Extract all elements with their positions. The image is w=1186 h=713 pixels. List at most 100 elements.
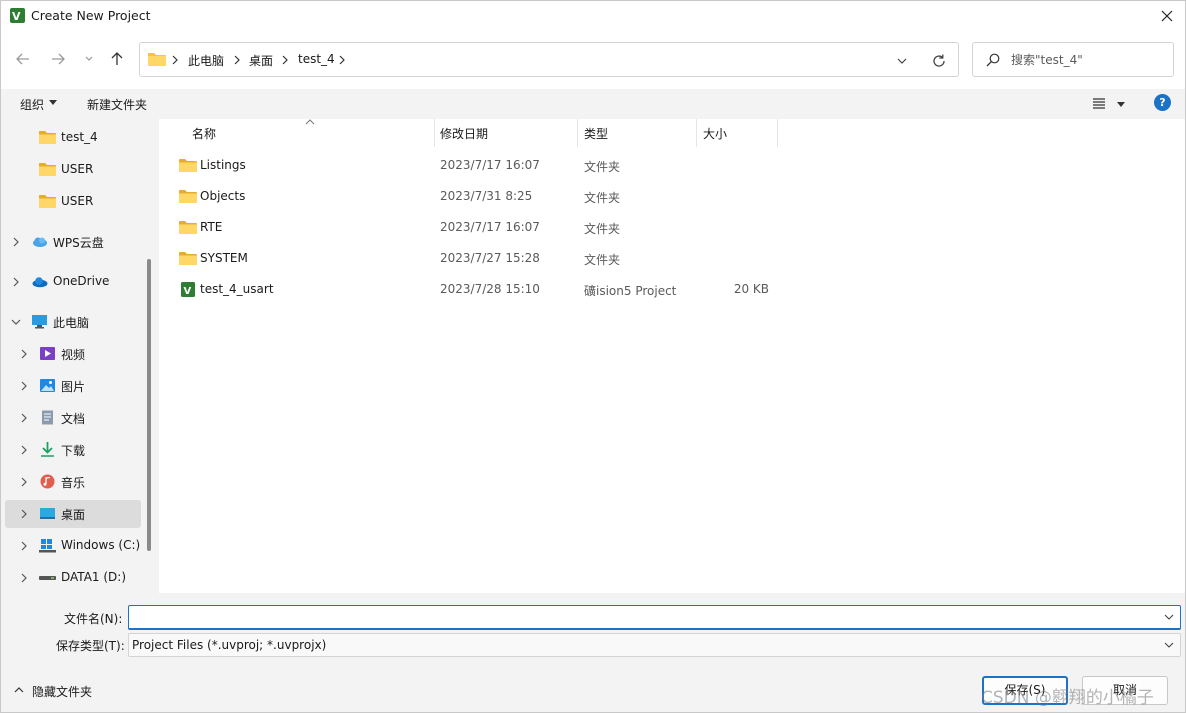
nav-item-label: Windows (C:) [61, 538, 141, 552]
file-date: 2023/7/31 8:25 [440, 189, 533, 203]
drive-icon [39, 539, 56, 553]
cancel-button[interactable]: 取消 [1082, 676, 1168, 705]
file-row[interactable]: SYSTEM 2023/7/27 15:28 文件夹 [175, 245, 795, 273]
nav-item-desktop[interactable]: 桌面 [5, 500, 141, 528]
chevron-right-icon[interactable] [11, 236, 21, 248]
save-form: 文件名(N): 保存类型(T): Project Files (*.uvproj… [1, 593, 1185, 712]
search-input[interactable] [1011, 51, 1166, 69]
nav-item-videos[interactable]: 视频 [5, 340, 141, 368]
file-size: 20 KB [733, 282, 769, 296]
nav-item-pictures[interactable]: 图片 [5, 372, 141, 400]
close-button[interactable] [1149, 1, 1185, 31]
nav-item-label: 音乐 [61, 476, 86, 490]
up-button[interactable] [105, 47, 129, 71]
nav-item-music[interactable]: 音乐 [5, 468, 141, 496]
chevron-down-icon[interactable] [894, 53, 910, 69]
nav-item-this-pc[interactable]: 此电脑 [5, 308, 141, 336]
navigation-scrollbar[interactable] [147, 259, 151, 551]
forward-button[interactable] [46, 47, 70, 71]
column-header-name[interactable]: 名称 [192, 125, 216, 142]
file-row[interactable]: RTE 2023/7/17 16:07 文件夹 [175, 214, 795, 242]
video-icon [40, 347, 55, 360]
chevron-right-icon[interactable] [19, 348, 29, 360]
pc-icon [32, 315, 47, 329]
chevron-right-icon[interactable] [19, 572, 29, 584]
file-type: 文件夹 [584, 160, 621, 174]
music-icon [40, 474, 55, 489]
file-name: RTE [200, 220, 223, 234]
organize-button[interactable]: 组织 [20, 96, 44, 113]
chevron-right-icon[interactable] [19, 508, 29, 520]
folder-icon [39, 195, 56, 208]
file-date: 2023/7/28 15:10 [440, 282, 540, 296]
refresh-icon[interactable] [930, 52, 948, 70]
filetype-value: Project Files (*.uvproj; *.uvprojx) [132, 638, 327, 652]
chevron-right-icon[interactable] [19, 380, 29, 392]
column-header-size[interactable]: 大小 [703, 125, 727, 142]
filetype-label: 保存类型(T): [56, 639, 125, 653]
column-header-date[interactable]: 修改日期 [440, 125, 488, 142]
close-icon [1161, 10, 1173, 22]
uvision-project-icon: V [181, 282, 195, 297]
command-bar: 组织 新建文件夹 ? [1, 89, 1185, 119]
file-date: 2023/7/27 15:28 [440, 251, 540, 265]
save-button[interactable]: 保存(S) [982, 676, 1068, 705]
nav-item-label: 此电脑 [53, 316, 90, 330]
recent-locations-button[interactable] [77, 47, 101, 71]
nav-item-wps-cloud[interactable]: WPS云盘 [5, 228, 141, 256]
file-row[interactable]: Objects 2023/7/31 8:25 文件夹 [175, 183, 795, 211]
new-folder-button[interactable]: 新建文件夹 [87, 96, 147, 113]
chevron-right-icon[interactable] [19, 476, 29, 488]
chevron-down-icon[interactable] [11, 316, 21, 328]
chevron-right-icon[interactable] [19, 412, 29, 424]
nav-item-user-2[interactable]: USER [5, 188, 141, 216]
filename-label: 文件名(N): [64, 612, 123, 626]
caret-down-icon [49, 100, 57, 105]
chevron-down-icon[interactable] [1164, 612, 1174, 622]
file-type: 礦ision5 Project [584, 284, 677, 298]
column-header-type[interactable]: 类型 [584, 125, 608, 142]
filename-input[interactable] [133, 609, 1153, 626]
breadcrumb-test-4[interactable]: test_4 [298, 52, 335, 66]
breadcrumb-desktop[interactable]: 桌面 [249, 52, 273, 69]
nav-item-label: USER [61, 194, 94, 208]
column-divider[interactable] [577, 119, 578, 147]
folder-icon [39, 131, 56, 144]
file-name: Listings [200, 158, 246, 172]
file-name: test_4_usart [200, 282, 274, 296]
help-button[interactable]: ? [1154, 94, 1171, 111]
nav-item-test-4[interactable]: test_4 [5, 124, 141, 152]
folder-icon [148, 53, 166, 66]
chevron-right-icon[interactable] [11, 276, 21, 288]
file-date: 2023/7/17 16:07 [440, 220, 540, 234]
breadcrumb-this-pc[interactable]: 此电脑 [188, 52, 224, 69]
nav-item-drive-c[interactable]: Windows (C:) [5, 532, 141, 560]
back-button[interactable] [11, 47, 35, 71]
search-box[interactable] [972, 42, 1174, 77]
nav-item-label: 图片 [61, 380, 86, 394]
column-divider[interactable] [777, 119, 778, 147]
nav-item-downloads[interactable]: 下载 [5, 436, 141, 464]
chevron-right-icon[interactable] [19, 444, 29, 456]
file-type: 文件夹 [584, 191, 621, 205]
nav-item-onedrive[interactable]: OneDrive [5, 268, 141, 296]
save-dialog: V Create New Project 此电脑 桌面 test_4 搜索"te… [0, 0, 1186, 713]
filetype-select[interactable]: Project Files (*.uvproj; *.uvprojx) [128, 633, 1181, 657]
address-bar[interactable]: 此电脑 桌面 test_4 [139, 42, 959, 77]
column-divider[interactable] [434, 119, 435, 147]
chevron-right-icon[interactable] [19, 540, 29, 552]
nav-item-label: test_4 [61, 130, 98, 144]
sort-ascending-icon [305, 119, 315, 125]
filename-field[interactable] [128, 605, 1181, 630]
svg-text:V: V [12, 10, 21, 23]
nav-item-drive-d[interactable]: DATA1 (D:) [5, 564, 141, 592]
column-divider[interactable] [696, 119, 697, 147]
file-row[interactable]: V test_4_usart 2023/7/28 15:10 礦ision5 P… [175, 276, 795, 304]
nav-item-label: USER [61, 162, 94, 176]
view-options-icon[interactable] [1091, 95, 1131, 113]
file-type: 文件夹 [584, 253, 621, 267]
nav-item-documents[interactable]: 文档 [5, 404, 141, 432]
file-row[interactable]: Listings 2023/7/17 16:07 文件夹 [175, 152, 795, 180]
desktop-icon [40, 508, 55, 519]
nav-item-user[interactable]: USER [5, 156, 141, 184]
